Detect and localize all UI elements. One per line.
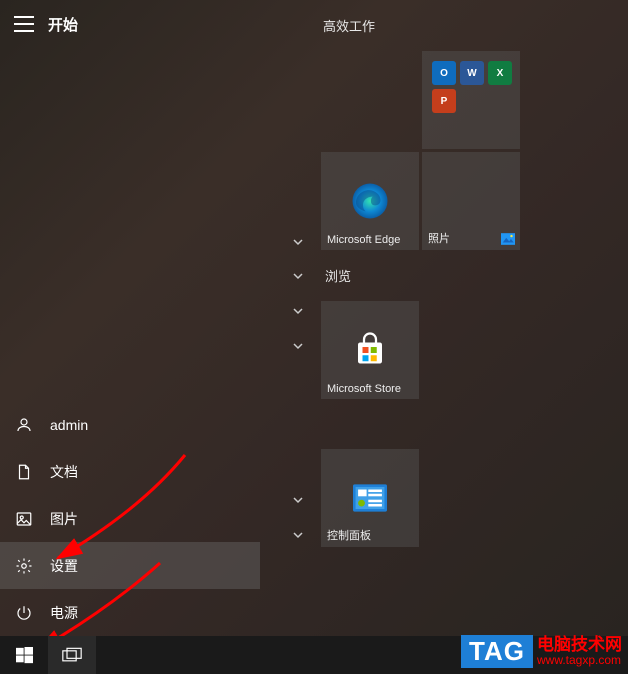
tile-control-panel[interactable]: 控制面板 [321, 449, 419, 547]
tile-photos-label: 照片 [428, 230, 450, 246]
powerpoint-icon: P [432, 89, 456, 113]
power-label: 电源 [50, 603, 78, 623]
watermark: TAG 电脑技术网 www.tagxp.com [461, 635, 622, 668]
control-panel-icon [353, 484, 387, 512]
document-icon [14, 462, 34, 482]
tile-control-label: 控制面板 [327, 527, 371, 543]
pictures-label: 图片 [50, 509, 78, 529]
tile-photos[interactable]: 照片 [422, 152, 520, 250]
watermark-tag: TAG [461, 635, 533, 668]
left-bottom-list: admin 文档 图片 设置 [0, 401, 260, 636]
start-menu: 开始 admin 文档 图片 [0, 0, 628, 636]
tile-office[interactable]: O W X P [422, 51, 520, 149]
store-icon [352, 332, 388, 368]
chevron-down-icon[interactable] [289, 526, 307, 544]
start-label: 开始 [48, 14, 78, 35]
pictures-icon [14, 509, 34, 529]
chevron-down-icon[interactable] [289, 491, 307, 509]
windows-icon [16, 647, 33, 664]
power-icon [14, 603, 34, 623]
chevron-down-icon[interactable] [289, 267, 307, 285]
settings-label: 设置 [50, 556, 78, 576]
office-folder-grid: O W X P [432, 61, 512, 113]
documents-item[interactable]: 文档 [0, 448, 260, 495]
tile-edge[interactable]: Microsoft Edge [321, 152, 419, 250]
photos-icon [500, 232, 516, 246]
pictures-item[interactable]: 图片 [0, 495, 260, 542]
group-productivity-label[interactable]: 高效工作 [323, 16, 628, 35]
task-view-icon [62, 647, 82, 663]
right-column: 高效工作 O W X P Microsoft Edge 照片 浏览 [260, 0, 628, 636]
task-view-button[interactable] [48, 636, 96, 674]
user-icon [14, 415, 34, 435]
left-column: 开始 admin 文档 图片 [0, 0, 260, 636]
user-item[interactable]: admin [0, 401, 260, 448]
hamburger-icon[interactable] [14, 16, 34, 32]
outlook-icon: O [432, 61, 456, 85]
power-item[interactable]: 电源 [0, 589, 260, 636]
documents-label: 文档 [50, 462, 78, 482]
group-browse-label[interactable]: 浏览 [325, 266, 351, 285]
watermark-url: www.tagxp.com [537, 654, 622, 667]
word-icon: W [460, 61, 484, 85]
watermark-cn: 电脑技术网 [537, 636, 622, 655]
tile-store[interactable]: Microsoft Store [321, 301, 419, 399]
tile-edge-label: Microsoft Edge [327, 234, 400, 246]
gear-icon [14, 556, 34, 576]
start-header: 开始 [0, 0, 260, 48]
start-button[interactable] [0, 636, 48, 674]
chevron-down-icon[interactable] [289, 337, 307, 355]
settings-item[interactable]: 设置 [0, 542, 260, 589]
excel-icon: X [488, 61, 512, 85]
user-label: admin [50, 417, 88, 433]
edge-icon [349, 180, 391, 222]
chevron-down-icon[interactable] [289, 302, 307, 320]
chevron-down-icon[interactable] [289, 233, 307, 251]
tile-store-label: Microsoft Store [327, 383, 401, 395]
